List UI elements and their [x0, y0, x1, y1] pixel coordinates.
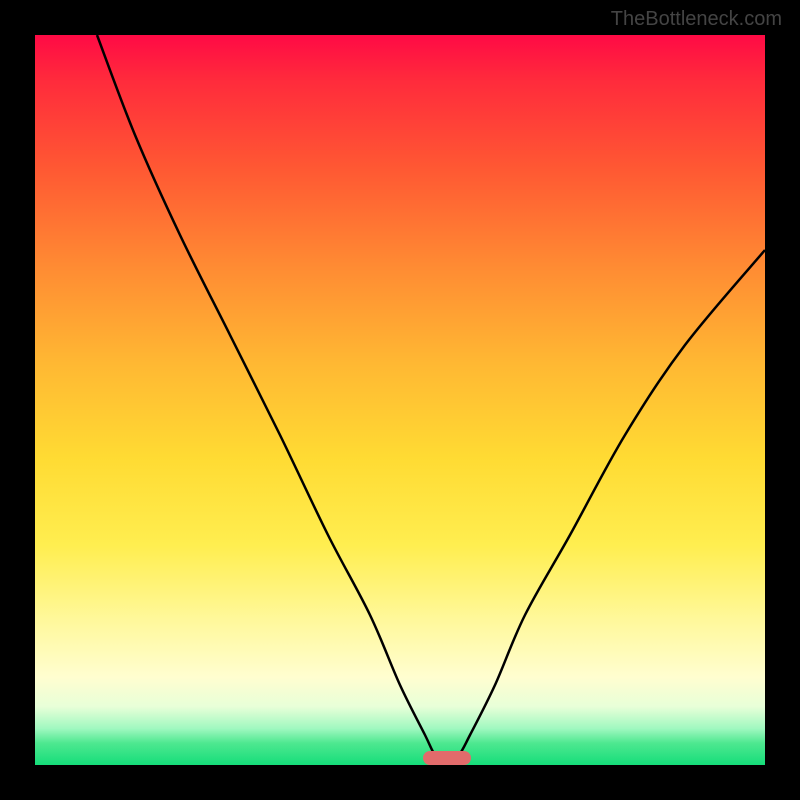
optimal-marker [423, 751, 471, 765]
curve-svg [35, 35, 765, 765]
watermark-text: TheBottleneck.com [611, 8, 782, 31]
chart-plot-area [35, 35, 765, 765]
bottleneck-curve-line [97, 35, 765, 765]
